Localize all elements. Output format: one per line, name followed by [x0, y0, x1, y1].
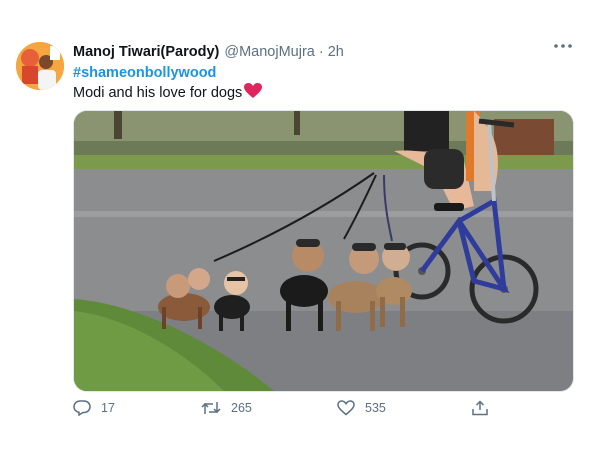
like-count: 535	[365, 401, 386, 415]
page: Manoj Tiwari(Parody) @ManojMujra · 2h #s…	[0, 0, 600, 450]
retweet-button[interactable]: 265	[201, 400, 252, 416]
tweet-card[interactable]: Manoj Tiwari(Parody) @ManojMujra · 2h #s…	[14, 36, 588, 420]
retweet-icon	[201, 402, 221, 414]
tweet-photo[interactable]	[73, 110, 574, 392]
red-heart-icon	[244, 83, 263, 103]
tweet-text: Modi and his love for dogs	[73, 85, 243, 101]
like-icon	[337, 400, 355, 416]
user-handle[interactable]: @ManojMujra	[224, 44, 314, 60]
reply-button[interactable]: 17	[73, 400, 115, 416]
tweet-text-line: Modi and his love for dogs	[73, 83, 263, 103]
retweet-count: 265	[231, 401, 252, 415]
share-button[interactable]	[471, 400, 499, 416]
tweet-actions: 17 265 535	[73, 400, 523, 420]
display-name[interactable]: Manoj Tiwari(Parody)	[73, 44, 219, 60]
avatar[interactable]	[16, 42, 64, 90]
separator-dot: ·	[318, 44, 324, 60]
tweet-time[interactable]: 2h	[328, 44, 344, 60]
reply-icon	[73, 400, 91, 416]
tweet-photo-image	[74, 111, 573, 391]
like-button[interactable]: 535	[337, 400, 386, 416]
avatar-icon	[16, 42, 64, 90]
reply-count: 17	[101, 401, 115, 415]
share-icon	[472, 400, 488, 416]
hashtag-link[interactable]: #shameonbollywood	[73, 65, 216, 81]
more-options-icon	[554, 44, 572, 48]
more-options-button[interactable]	[552, 36, 574, 56]
tweet-header: Manoj Tiwari(Parody) @ManojMujra · 2h	[73, 42, 588, 62]
